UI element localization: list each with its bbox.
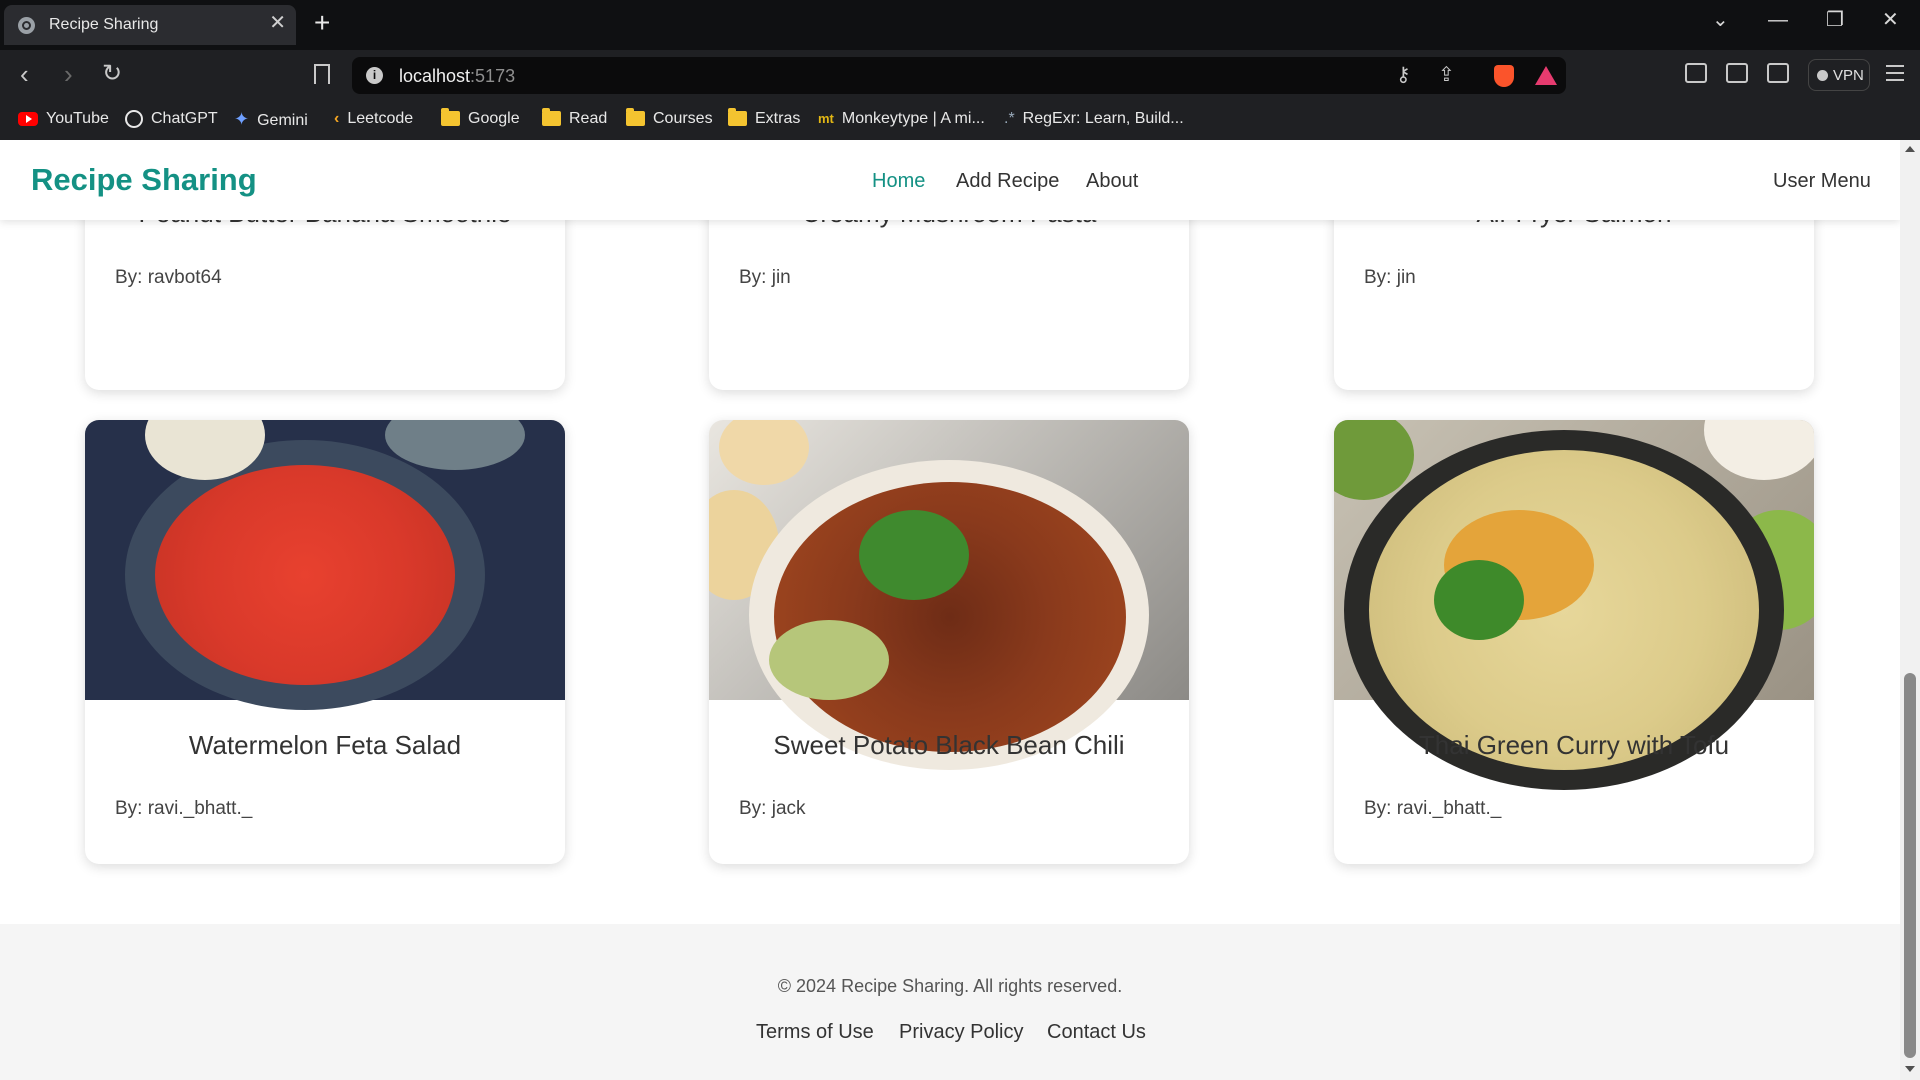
bookmarks-bar: YouTube ChatGPT ✦ Gemini ‹ Leetcode Google… [0, 100, 1920, 140]
browser-menu-icon[interactable] [1886, 65, 1904, 81]
new-tab-button[interactable]: + [314, 9, 330, 37]
window-close-icon[interactable]: ✕ [1882, 10, 1899, 30]
recipe-card[interactable]: Watermelon Feta Salad By: ravi._bhatt._ [85, 420, 565, 864]
browser-tab[interactable]: Recipe Sharing ✕ [4, 5, 296, 45]
site-footer: © 2024 Recipe Sharing. All rights reserv… [0, 924, 1900, 1080]
tab-search-chevron-icon[interactable]: ⌄ [1712, 10, 1729, 30]
recipe-author: By: ravbot64 [115, 267, 222, 288]
chatgpt-icon [125, 109, 143, 128]
bookmark-folder-read[interactable]: Read [542, 108, 607, 130]
monkeytype-icon: mt [818, 111, 834, 126]
vpn-status-icon [1817, 70, 1828, 81]
nav-link-about[interactable]: About [1086, 170, 1138, 193]
forward-icon[interactable]: › [64, 61, 73, 87]
bookmark-folder-google[interactable]: Google [441, 108, 520, 130]
minimize-icon[interactable]: — [1768, 10, 1788, 30]
extensions-icon[interactable] [1685, 63, 1707, 83]
footer-link-terms[interactable]: Terms of Use [756, 1021, 874, 1044]
vpn-label: VPN [1833, 67, 1864, 84]
bookmark-page-icon[interactable] [314, 64, 330, 84]
regexr-icon: .* [1004, 110, 1015, 127]
bookmark-chatgpt[interactable]: ChatGPT [125, 108, 218, 130]
site-info-icon[interactable]: i [366, 67, 383, 84]
globe-icon [18, 17, 35, 34]
browser-chrome: Recipe Sharing ✕ + ⌄ — ❐ ✕ ‹ › ↻ i local… [0, 0, 1920, 140]
recipe-title: Watermelon Feta Salad [188, 730, 462, 760]
folder-icon [728, 108, 747, 127]
bookmark-leetcode[interactable]: ‹ Leetcode [334, 108, 413, 130]
tab-title: Recipe Sharing [49, 16, 159, 33]
tab-close-icon[interactable]: ✕ [269, 13, 286, 33]
bookmark-regexr[interactable]: .* RegExr: Learn, Build... [1004, 108, 1184, 130]
bookmark-folder-courses[interactable]: Courses [626, 108, 713, 130]
recipe-title: Thai Green Curry with Tofu [1418, 730, 1730, 760]
bookmark-monkeytype[interactable]: mt Monkeytype | A mi... [818, 108, 985, 130]
address-bar[interactable]: i localhost:5173 ⚷ ⇪ [352, 57, 1566, 94]
share-icon[interactable]: ⇪ [1438, 65, 1455, 85]
scroll-down-arrow-icon[interactable] [1905, 1066, 1915, 1072]
recipe-title: Sweet Potato Black Bean Chili [773, 730, 1125, 760]
page-scrollbar[interactable] [1900, 140, 1920, 1080]
restore-icon[interactable]: ❐ [1826, 10, 1844, 30]
site-brand[interactable]: Recipe Sharing [31, 162, 257, 198]
recipe-author: By: jin [1364, 267, 1416, 288]
tab-strip: Recipe Sharing ✕ + ⌄ — ❐ ✕ [0, 0, 1920, 50]
recipe-image [1334, 420, 1814, 790]
vpn-button[interactable]: VPN [1808, 59, 1870, 91]
youtube-icon [18, 111, 38, 126]
recipe-author: By: ravi._bhatt._ [115, 798, 253, 819]
scroll-up-arrow-icon[interactable] [1905, 146, 1915, 152]
leetcode-icon: ‹ [334, 110, 340, 127]
url-text[interactable]: localhost:5173 [399, 66, 515, 87]
recipe-author: By: ravi._bhatt._ [1364, 798, 1502, 819]
browser-toolbar: ‹ › ↻ i localhost:5173 ⚷ ⇪ VPN [0, 50, 1920, 100]
wallet-icon[interactable] [1767, 63, 1789, 83]
site-navbar: Recipe Sharing Home Add Recipe About Use… [0, 140, 1900, 220]
recipe-card[interactable]: Thai Green Curry with Tofu By: ravi._bha… [1334, 420, 1814, 864]
recipe-card[interactable]: Sweet Potato Black Bean Chili By: jack [709, 420, 1189, 864]
folder-icon [441, 108, 460, 127]
recipe-author: By: jack [739, 798, 806, 819]
bookmark-gemini[interactable]: ✦ Gemini [234, 108, 308, 130]
brave-shields-icon[interactable] [1494, 65, 1514, 87]
folder-icon [626, 108, 645, 127]
scrollbar-thumb[interactable] [1904, 673, 1916, 1058]
footer-link-contact[interactable]: Contact Us [1047, 1021, 1146, 1044]
page-viewport: Recipe Sharing Home Add Recipe About Use… [0, 140, 1900, 1080]
nav-link-add-recipe[interactable]: Add Recipe [956, 170, 1059, 193]
back-icon[interactable]: ‹ [20, 61, 29, 87]
reload-icon[interactable]: ↻ [102, 61, 122, 87]
nav-link-home[interactable]: Home [872, 170, 925, 193]
recipe-image [709, 420, 1189, 770]
gemini-icon: ✦ [234, 109, 250, 129]
brave-rewards-icon[interactable] [1535, 66, 1557, 85]
sidebar-icon[interactable] [1726, 63, 1748, 83]
recipe-image [85, 420, 565, 710]
bookmark-youtube[interactable]: YouTube [18, 108, 109, 130]
footer-link-privacy[interactable]: Privacy Policy [899, 1021, 1023, 1044]
footer-copyright: © 2024 Recipe Sharing. All rights reserv… [777, 976, 1123, 996]
user-menu[interactable]: User Menu [1773, 170, 1871, 193]
folder-icon [542, 108, 561, 127]
bookmark-folder-extras[interactable]: Extras [728, 108, 800, 130]
key-icon[interactable]: ⚷ [1396, 65, 1411, 85]
recipe-author: By: jin [739, 267, 791, 288]
